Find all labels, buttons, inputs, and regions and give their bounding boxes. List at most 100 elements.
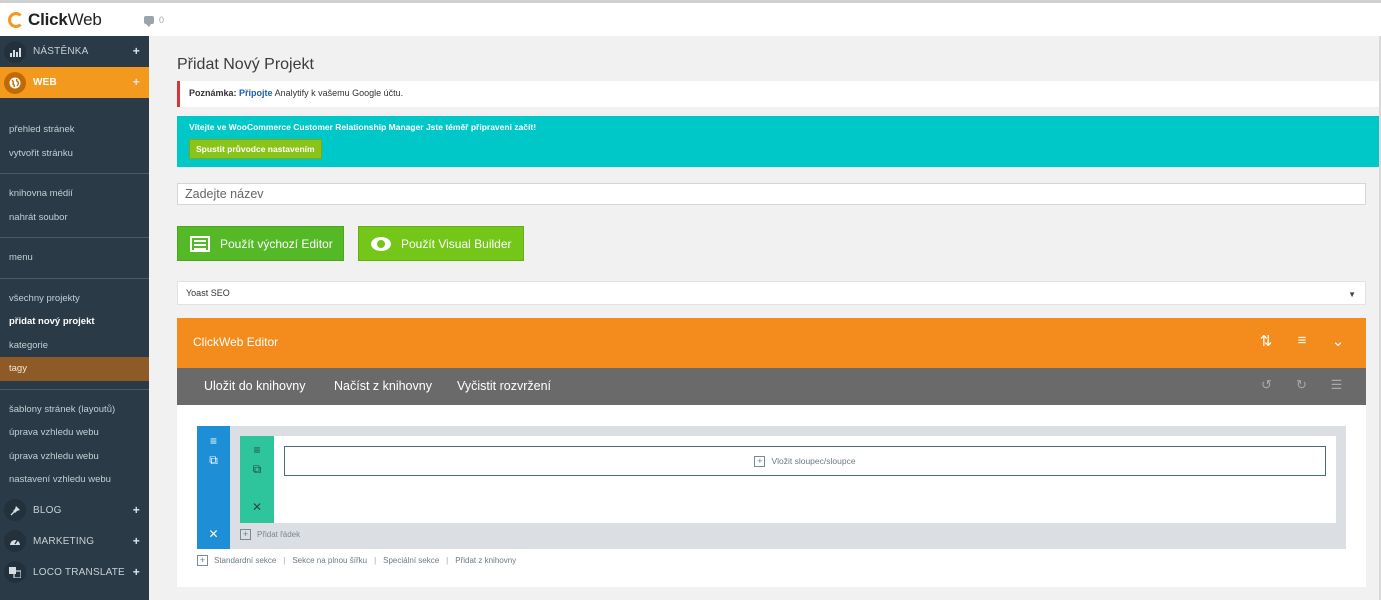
editor-row: ≡ ⧉ ✕ + Vložit sloupec/sloupce: [240, 436, 1336, 523]
woocommerce-crm-notice: Vítejte ve WooCommerce Customer Relation…: [177, 116, 1381, 167]
row-handle[interactable]: ≡ ⧉ ✕: [240, 436, 274, 523]
sidebar-item-media-library[interactable]: knihovna médií: [0, 182, 149, 206]
insert-column-button[interactable]: + Vložit sloupec/sloupce: [284, 446, 1326, 476]
standard-section-link[interactable]: Standardní sekce: [214, 556, 276, 565]
analytics-notice: Poznámka: Připojte Analytify k vašemu Go…: [177, 81, 1381, 107]
connect-link[interactable]: Připojte: [239, 88, 273, 98]
section-handle[interactable]: ≡ ⧉ ✕: [197, 426, 230, 549]
fullwidth-section-link[interactable]: Sekce na plnou šířku: [292, 556, 367, 565]
sidebar-item-label: WEB: [33, 77, 57, 88]
pin-icon: [4, 499, 26, 521]
clear-layout-button[interactable]: Vyčistit rozvržení: [457, 379, 551, 393]
sidebar-item-loco-translate[interactable]: LOCO TRANSLATE +: [0, 557, 149, 588]
separator: |: [446, 556, 449, 565]
duplicate-icon[interactable]: ⧉: [240, 462, 274, 477]
sidebar-item-categories[interactable]: kategorie: [0, 334, 149, 358]
sidebar-item-marketing[interactable]: MARKETING +: [0, 526, 149, 557]
sidebar: NÁSTĚNKA + WEB + přehled stránek vytvoři…: [0, 36, 149, 600]
sidebar-item-upload-file[interactable]: nahrát soubor: [0, 206, 149, 230]
sort-icon[interactable]: ⇅: [1248, 332, 1284, 350]
expand-icon[interactable]: +: [133, 565, 140, 579]
page-title: Přidat Nový Projekt: [177, 56, 314, 73]
save-to-library-button[interactable]: Uložit do knihovny: [204, 379, 305, 393]
undo-icon[interactable]: ↺: [1249, 377, 1284, 393]
sidebar-item-theme-settings[interactable]: nastavení vzhledu webu: [0, 468, 149, 492]
globe-icon: [4, 71, 26, 94]
close-icon[interactable]: ✕: [197, 527, 230, 541]
plus-icon: +: [240, 529, 251, 540]
use-default-editor-button[interactable]: Použít výchozí Editor: [177, 226, 344, 261]
sidebar-item-blog[interactable]: BLOG +: [0, 495, 149, 526]
editor-header-tools: ⇅ ≡ ⌄: [1248, 332, 1356, 350]
divider: [0, 173, 149, 174]
clickweb-editor-header: ClickWeb Editor ⇅ ≡ ⌄: [177, 318, 1366, 368]
top-bar: ClickWeb 0: [0, 0, 1381, 36]
duplicate-icon[interactable]: ⧉: [197, 453, 230, 468]
plus-icon: +: [197, 555, 208, 566]
divider: [0, 277, 149, 279]
load-from-library-button[interactable]: Načíst z knihovny: [334, 379, 432, 393]
use-visual-builder-button[interactable]: Použít Visual Builder: [358, 226, 524, 261]
comments-indicator[interactable]: 0: [144, 15, 165, 27]
notice-label: Poznámka:: [189, 88, 237, 98]
menu-icon[interactable]: ≡: [240, 443, 274, 457]
clickweb-logo[interactable]: ClickWeb: [8, 10, 102, 30]
sidebar-item-create-page[interactable]: vytvořit stránku: [0, 142, 149, 166]
editor-icon: [190, 235, 210, 252]
run-setup-wizard-button[interactable]: Spustit průvodce nastavením: [189, 139, 322, 159]
notice-text: Analytify k vašemu Google účtu.: [274, 88, 404, 98]
sidebar-item-customize[interactable]: úprava vzhledu webu: [0, 445, 149, 469]
sidebar-item-layouts[interactable]: šablony stránek (layoutů): [0, 398, 149, 422]
add-section-links: + Standardní sekce | Sekce na plnou šířk…: [197, 555, 516, 566]
separator: |: [374, 556, 377, 565]
sidebar-item-label: MARKETING: [33, 535, 95, 547]
button-label: Použít výchozí Editor: [220, 236, 333, 251]
gauge-icon: [4, 530, 26, 552]
logo-icon: [8, 12, 24, 28]
add-row-label: Přidat řádek: [257, 530, 301, 539]
yoast-seo-panel[interactable]: Yoast SEO ▼: [177, 281, 1366, 305]
editor-canvas: ≡ ⧉ ✕ ≡ ⧉ ✕ + Vložit sloupec/sloupce + P…: [177, 405, 1366, 587]
expand-icon[interactable]: +: [133, 75, 140, 89]
separator: |: [283, 556, 286, 565]
comments-count: 0: [159, 15, 165, 25]
translate-icon: [4, 561, 26, 583]
expand-icon[interactable]: +: [133, 503, 140, 517]
sidebar-item-customize[interactable]: úprava vzhledu webu: [0, 421, 149, 445]
sidebar-item-pages-overview[interactable]: přehled stránek: [0, 118, 149, 142]
menu-icon[interactable]: ≡: [1284, 332, 1320, 350]
divider: [0, 388, 149, 390]
close-icon[interactable]: ✕: [240, 500, 274, 514]
sidebar-item-web[interactable]: WEB +: [0, 67, 149, 98]
history-controls: ↺ ↻ ☰: [1249, 377, 1354, 393]
comment-icon: [144, 16, 154, 27]
sidebar-item-all-projects[interactable]: všechny projekty: [0, 287, 149, 311]
editor-section: ≡ ⧉ ✕ ≡ ⧉ ✕ + Vložit sloupec/sloupce + P…: [197, 426, 1346, 549]
chevron-down-icon[interactable]: ⌄: [1320, 332, 1356, 350]
button-label: Použít Visual Builder: [401, 236, 512, 251]
sidebar-item-menu[interactable]: menu: [0, 246, 149, 270]
sidebar-item-tags[interactable]: tagy: [0, 357, 149, 381]
menu-icon[interactable]: ≡: [197, 434, 230, 448]
expand-icon[interactable]: +: [133, 44, 140, 58]
special-section-link[interactable]: Speciální sekce: [383, 556, 439, 565]
editor-toolbar: Uložit do knihovny Načíst z knihovny Vyč…: [177, 368, 1366, 405]
yoast-label: Yoast SEO: [186, 288, 230, 298]
editor-title: ClickWeb Editor: [193, 335, 279, 349]
add-row-button[interactable]: + Přidat řádek: [240, 529, 300, 540]
history-icon[interactable]: ☰: [1319, 377, 1354, 393]
sidebar-item-label: NÁSTĚNKA: [33, 46, 89, 57]
caret-down-icon[interactable]: ▼: [1348, 290, 1356, 299]
title-input[interactable]: [177, 183, 1366, 205]
redo-icon[interactable]: ↻: [1284, 377, 1319, 393]
divider: [0, 237, 149, 238]
insert-column-label: Vložit sloupec/sloupce: [771, 456, 856, 466]
sidebar-item-label: BLOG: [33, 504, 62, 516]
sidebar-item-label: LOCO TRANSLATE: [33, 566, 125, 578]
woo-notice-text: Vítejte ve WooCommerce Customer Relation…: [189, 122, 537, 132]
expand-icon[interactable]: +: [133, 534, 140, 548]
add-from-library-link[interactable]: Přidat z knihovny: [455, 556, 516, 565]
logo-text: ClickWeb: [28, 10, 102, 29]
sidebar-item-add-project[interactable]: přidat nový projekt: [0, 310, 149, 334]
sidebar-item-dashboard[interactable]: NÁSTĚNKA +: [0, 36, 149, 67]
